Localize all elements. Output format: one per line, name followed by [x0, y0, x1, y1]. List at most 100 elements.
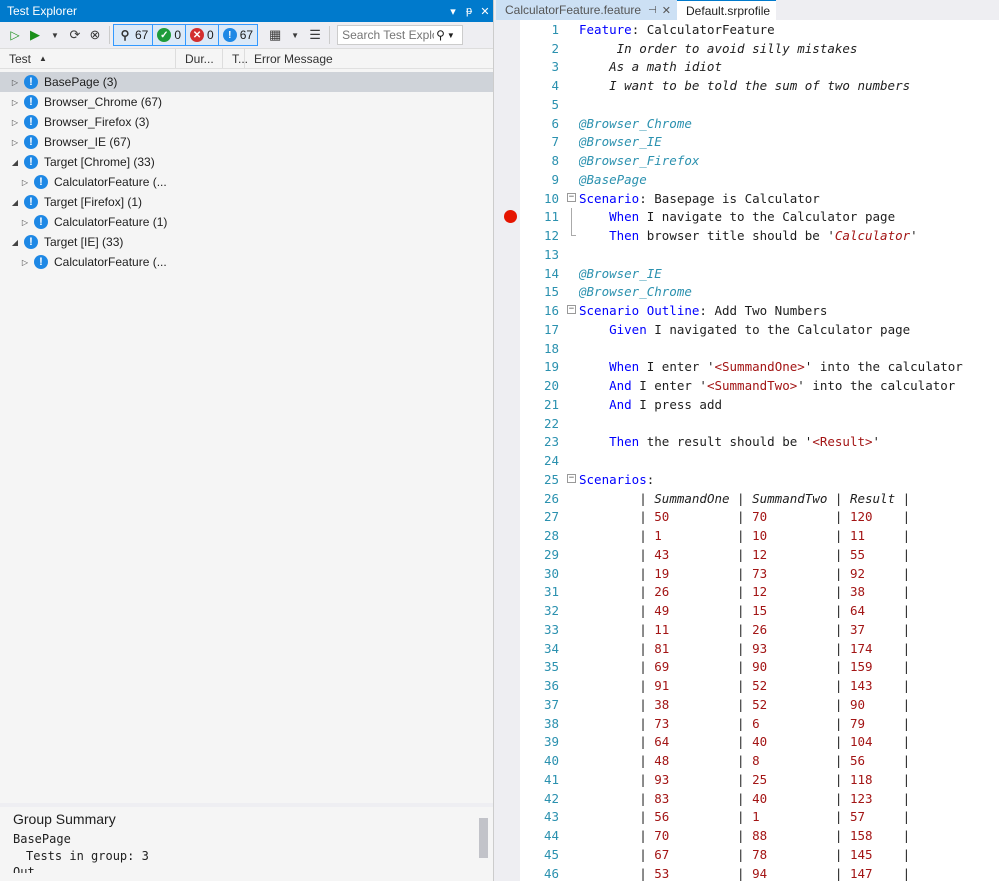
cancel-icon[interactable]: ⊗	[86, 24, 104, 46]
code-line[interactable]: 37 | 38 | 52 | 90 |	[520, 695, 999, 714]
run-all-button[interactable]: ▷	[6, 24, 24, 46]
code-line[interactable]: 12 Then browser title should be 'Calcula…	[520, 226, 999, 245]
tree-row[interactable]: ▷! CalculatorFeature (1)	[0, 212, 493, 232]
summary-scrollbar-thumb[interactable]	[479, 818, 488, 858]
tree-row[interactable]: ▷! Browser_IE (67)	[0, 132, 493, 152]
code-line[interactable]: 23 Then the result should be '<Result>'	[520, 433, 999, 452]
collapse-icon[interactable]: −	[567, 192, 576, 202]
filter-failed-toggle[interactable]: ✕ 0	[186, 25, 219, 45]
code-line[interactable]: 3 As a math idiot	[520, 58, 999, 77]
tree-row[interactable]: ▷! Browser_Firefox (3)	[0, 112, 493, 132]
chevron-down-icon[interactable]: ▼	[286, 24, 304, 46]
code-line[interactable]: 33 | 11 | 26 | 37 |	[520, 620, 999, 639]
column-traits[interactable]: T...	[223, 49, 248, 68]
playlist-icon[interactable]: ▦	[266, 24, 284, 46]
code-line[interactable]: 43 | 56 | 1 | 57 |	[520, 808, 999, 827]
code-line[interactable]: 6 @Browser_Chrome	[520, 114, 999, 133]
close-icon[interactable]: ✕	[477, 5, 493, 18]
search-input[interactable]	[342, 28, 435, 42]
collapse-icon[interactable]: −	[567, 474, 576, 483]
search-icon[interactable]: ⚲	[436, 28, 445, 42]
tree-row[interactable]: ◢! Target [Chrome] (33)	[0, 152, 493, 172]
code-line[interactable]: 38 | 73 | 6 | 79 |	[520, 714, 999, 733]
code-line[interactable]: 26 | SummandOne | SummandTwo | Result |	[520, 489, 999, 508]
filter-not-run-toggle[interactable]: ! 67	[219, 25, 257, 45]
run-button[interactable]: ▶	[26, 24, 44, 46]
collapsed-arrow-icon[interactable]: ▷	[20, 178, 30, 187]
code-line[interactable]: 4 I want to be told the sum of two numbe…	[520, 76, 999, 95]
column-error-message[interactable]: Error Message	[245, 49, 333, 68]
collapsed-arrow-icon[interactable]: ▷	[10, 118, 20, 127]
code-line[interactable]: 31 | 26 | 12 | 38 |	[520, 583, 999, 602]
code-line[interactable]: 8 @Browser_Firefox	[520, 151, 999, 170]
code-line[interactable]: 5	[520, 95, 999, 114]
code-line[interactable]: 1 Feature: CalculatorFeature	[520, 20, 999, 39]
pin-icon[interactable]: ᵽ	[461, 5, 477, 17]
code-line[interactable]: 18	[520, 339, 999, 358]
code-line[interactable]: 15 @Browser_Chrome	[520, 283, 999, 302]
code-line[interactable]: 27 | 50 | 70 | 120 |	[520, 508, 999, 527]
expanded-arrow-icon[interactable]: ◢	[10, 158, 20, 167]
pin-icon[interactable]: ⊣	[648, 5, 657, 16]
expanded-arrow-icon[interactable]: ◢	[10, 198, 20, 207]
refresh-icon[interactable]: ⟳	[66, 24, 84, 46]
tree-row[interactable]: ◢! Target [IE] (33)	[0, 232, 493, 252]
code-line[interactable]: 36 | 91 | 52 | 143 |	[520, 676, 999, 695]
tree-row[interactable]: ▷! CalculatorFeature (...	[0, 252, 493, 272]
search-box[interactable]: ⚲ ▼	[337, 25, 464, 45]
code-line[interactable]: 45 | 67 | 78 | 145 |	[520, 845, 999, 864]
code-line[interactable]: 16− Scenario Outline: Add Two Numbers	[520, 301, 999, 320]
breakpoint-icon[interactable]	[504, 210, 517, 223]
code-line[interactable]: 20 And I enter '<SummandTwo>' into the c…	[520, 376, 999, 395]
close-icon[interactable]: ✕	[662, 4, 671, 17]
code-line[interactable]: 34 | 81 | 93 | 174 |	[520, 639, 999, 658]
code-line[interactable]: 14 @Browser_IE	[520, 264, 999, 283]
code-line[interactable]: 10− Scenario: Basepage is Calculator	[520, 189, 999, 208]
code-line[interactable]: 32 | 49 | 15 | 64 |	[520, 601, 999, 620]
code-line[interactable]: 41 | 93 | 25 | 118 |	[520, 770, 999, 789]
code-editor[interactable]: 1 Feature: CalculatorFeature 2 In order to…	[496, 20, 999, 881]
code-line[interactable]: 42 | 83 | 40 | 123 |	[520, 789, 999, 808]
code-line[interactable]: 9 @BasePage	[520, 170, 999, 189]
dropdown-icon[interactable]: ▾	[445, 5, 461, 18]
code-line[interactable]: 46 | 53 | 94 | 147 |	[520, 864, 999, 881]
code-line[interactable]: 19 When I enter '<SummandOne>' into the …	[520, 358, 999, 377]
tab-calculator-feature[interactable]: CalculatorFeature.feature ⊣ ✕	[496, 0, 678, 20]
code-line[interactable]: 22	[520, 414, 999, 433]
collapsed-arrow-icon[interactable]: ▷	[10, 78, 20, 87]
tree-row[interactable]: ▷! CalculatorFeature (...	[0, 172, 493, 192]
code-line[interactable]: 35 | 69 | 90 | 159 |	[520, 658, 999, 677]
chevron-down-icon[interactable]: ▼	[46, 24, 64, 46]
column-duration[interactable]: Dur...	[176, 49, 223, 68]
code-line[interactable]: 39 | 64 | 40 | 104 |	[520, 733, 999, 752]
code-line[interactable]: 40 | 48 | 8 | 56 |	[520, 751, 999, 770]
code-line[interactable]: 2 In order to avoid silly mistakes	[520, 39, 999, 58]
collapsed-arrow-icon[interactable]: ▷	[20, 258, 30, 267]
collapsed-arrow-icon[interactable]: ▷	[10, 138, 20, 147]
collapsed-arrow-icon[interactable]: ▷	[10, 98, 20, 107]
filter-all-toggle[interactable]: ⚲ 67	[114, 25, 154, 45]
code-line[interactable]: 24	[520, 451, 999, 470]
chevron-down-icon[interactable]: ▼	[447, 31, 455, 40]
filter-passed-toggle[interactable]: ✓ 0	[153, 25, 187, 45]
indicator-margin[interactable]	[496, 20, 520, 881]
tree-row[interactable]: ▷! BasePage (3)	[0, 72, 493, 92]
collapsed-arrow-icon[interactable]: ▷	[20, 218, 30, 227]
column-test[interactable]: Test ▲	[0, 49, 176, 68]
code-line[interactable]: 44 | 70 | 88 | 158 |	[520, 826, 999, 845]
tree-row[interactable]: ▷! Browser_Chrome (67)	[0, 92, 493, 112]
group-by-icon[interactable]: ☰	[306, 24, 324, 46]
code-line[interactable]: 21 And I press add	[520, 395, 999, 414]
code-line[interactable]: 11 When I navigate to the Calculator pag…	[520, 207, 999, 227]
tree-row[interactable]: ◢! Target [Firefox] (1)	[0, 192, 493, 212]
code-line[interactable]: 17 Given I navigated to the Calculator p…	[520, 320, 999, 339]
expanded-arrow-icon[interactable]: ◢	[10, 238, 20, 247]
code-line[interactable]: 29 | 43 | 12 | 55 |	[520, 545, 999, 564]
collapse-icon[interactable]: −	[567, 305, 576, 315]
code-line[interactable]: 30 | 19 | 73 | 92 |	[520, 564, 999, 583]
code-line[interactable]: 7 @Browser_IE	[520, 133, 999, 152]
code-line[interactable]: 25− Scenarios:	[520, 470, 999, 489]
code-line[interactable]: 13	[520, 245, 999, 264]
tab-default-srprofile[interactable]: Default.srprofile	[677, 0, 777, 20]
code-line[interactable]: 28 | 1 | 10 | 11 |	[520, 526, 999, 545]
